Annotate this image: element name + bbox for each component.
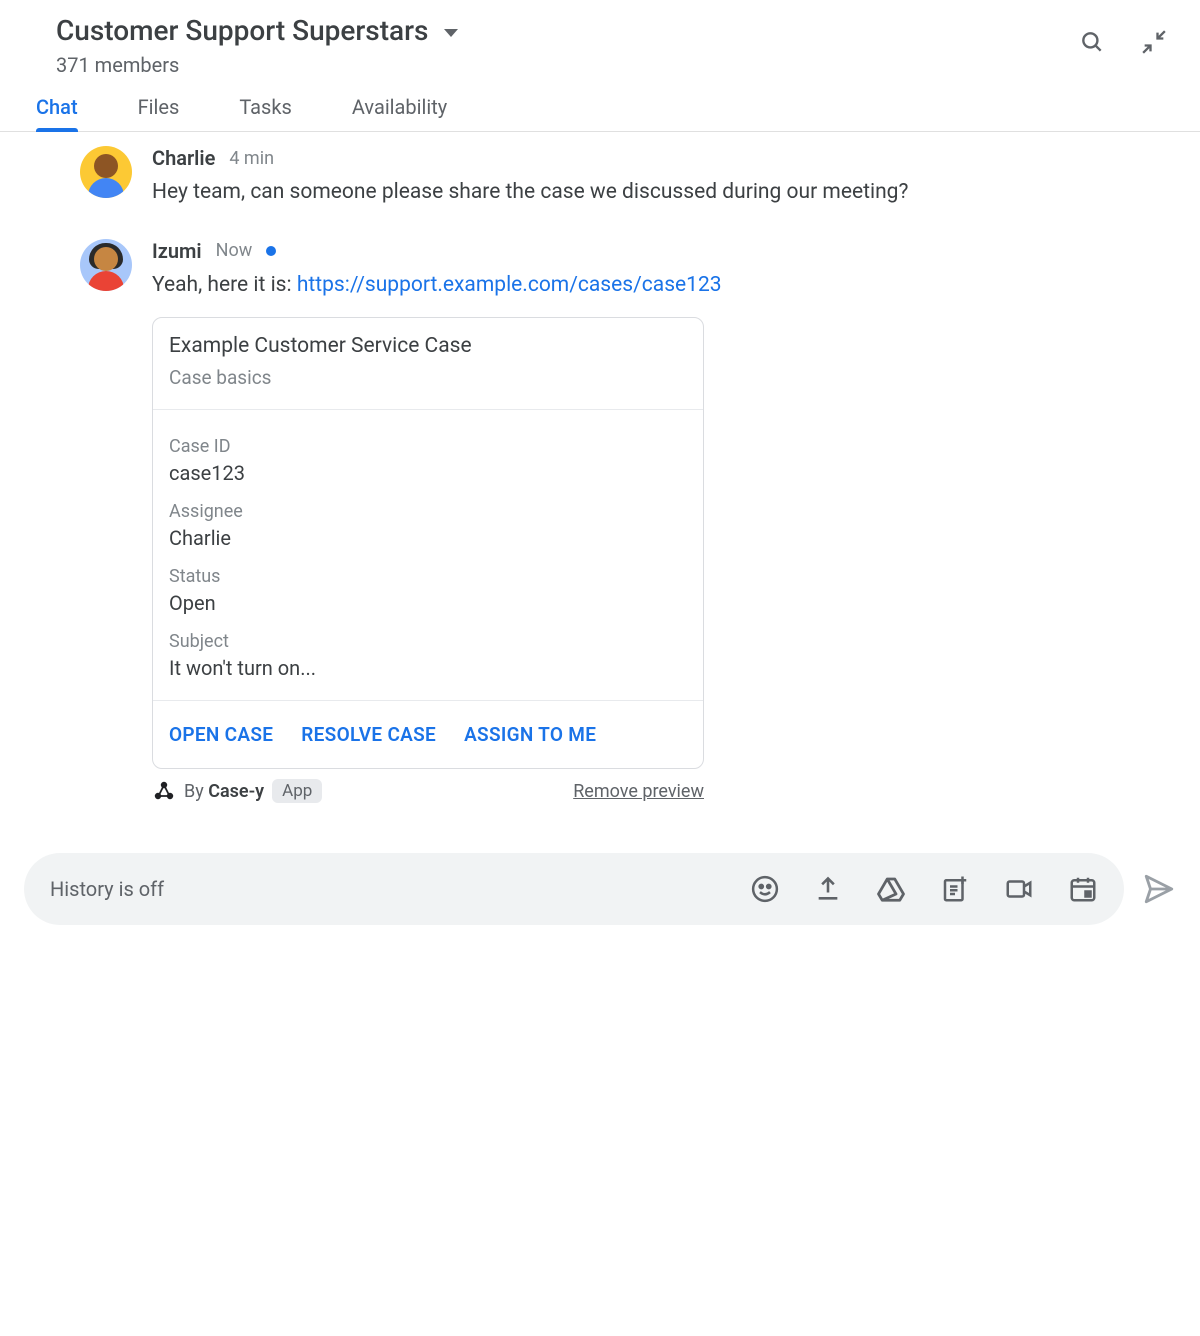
- tab-tasks[interactable]: Tasks: [239, 95, 292, 131]
- card-field-value: Open: [169, 591, 687, 615]
- message: Charlie 4 min Hey team, can someone plea…: [80, 146, 1160, 209]
- open-case-button[interactable]: OPEN CASE: [169, 723, 273, 746]
- card-title: Example Customer Service Case: [169, 334, 687, 358]
- card-field-label: Assignee: [169, 501, 687, 522]
- emoji-icon[interactable]: [750, 874, 780, 904]
- card-field-value: Charlie: [169, 526, 687, 550]
- card-subtitle: Case basics: [169, 366, 687, 389]
- drive-icon[interactable]: [876, 874, 906, 904]
- tabs: Chat Files Tasks Availability: [0, 77, 1200, 132]
- space-title[interactable]: Customer Support Superstars: [56, 14, 428, 47]
- message-text: Hey team, can someone please share the c…: [152, 176, 1160, 209]
- message: Izumi Now Yeah, here it is: https://supp…: [80, 239, 1160, 804]
- preview-by-text: By Case-y: [184, 781, 264, 802]
- webhook-icon: [152, 779, 176, 803]
- assign-to-me-button[interactable]: ASSIGN TO ME: [464, 723, 596, 746]
- tab-availability[interactable]: Availability: [352, 95, 447, 131]
- search-icon[interactable]: [1078, 28, 1106, 56]
- message-text-prefix: Yeah, here it is:: [152, 273, 297, 297]
- send-button[interactable]: [1142, 872, 1176, 906]
- create-doc-icon[interactable]: [940, 874, 970, 904]
- tab-chat[interactable]: Chat: [36, 95, 78, 131]
- message-text: Yeah, here it is: https://support.exampl…: [152, 269, 1160, 302]
- remove-preview-button[interactable]: Remove preview: [573, 781, 704, 802]
- tab-files[interactable]: Files: [138, 95, 180, 131]
- composer-placeholder: History is off: [50, 877, 750, 901]
- resolve-case-button[interactable]: RESOLVE CASE: [301, 723, 436, 746]
- message-time: Now: [216, 240, 253, 261]
- link-preview-card: Example Customer Service Case Case basic…: [152, 317, 704, 769]
- presence-indicator-icon: [266, 246, 276, 256]
- video-meeting-icon[interactable]: [1004, 874, 1034, 904]
- card-field-label: Status: [169, 566, 687, 587]
- message-author: Charlie: [152, 146, 215, 170]
- card-field-label: Subject: [169, 631, 687, 652]
- card-field-value: It won't turn on...: [169, 656, 687, 680]
- message-composer[interactable]: History is off: [24, 853, 1124, 925]
- avatar[interactable]: [80, 146, 132, 198]
- app-badge: App: [272, 779, 322, 803]
- card-field-value: case123: [169, 461, 687, 485]
- upload-icon[interactable]: [814, 875, 842, 903]
- message-author: Izumi: [152, 239, 202, 263]
- avatar[interactable]: [80, 239, 132, 291]
- calendar-icon[interactable]: [1068, 874, 1098, 904]
- collapse-icon[interactable]: [1140, 28, 1168, 56]
- message-link[interactable]: https://support.example.com/cases/case12…: [297, 273, 722, 297]
- chevron-down-icon[interactable]: [444, 29, 458, 37]
- message-time: 4 min: [229, 148, 274, 169]
- member-count: 371 members: [56, 53, 1160, 77]
- card-field-label: Case ID: [169, 436, 687, 457]
